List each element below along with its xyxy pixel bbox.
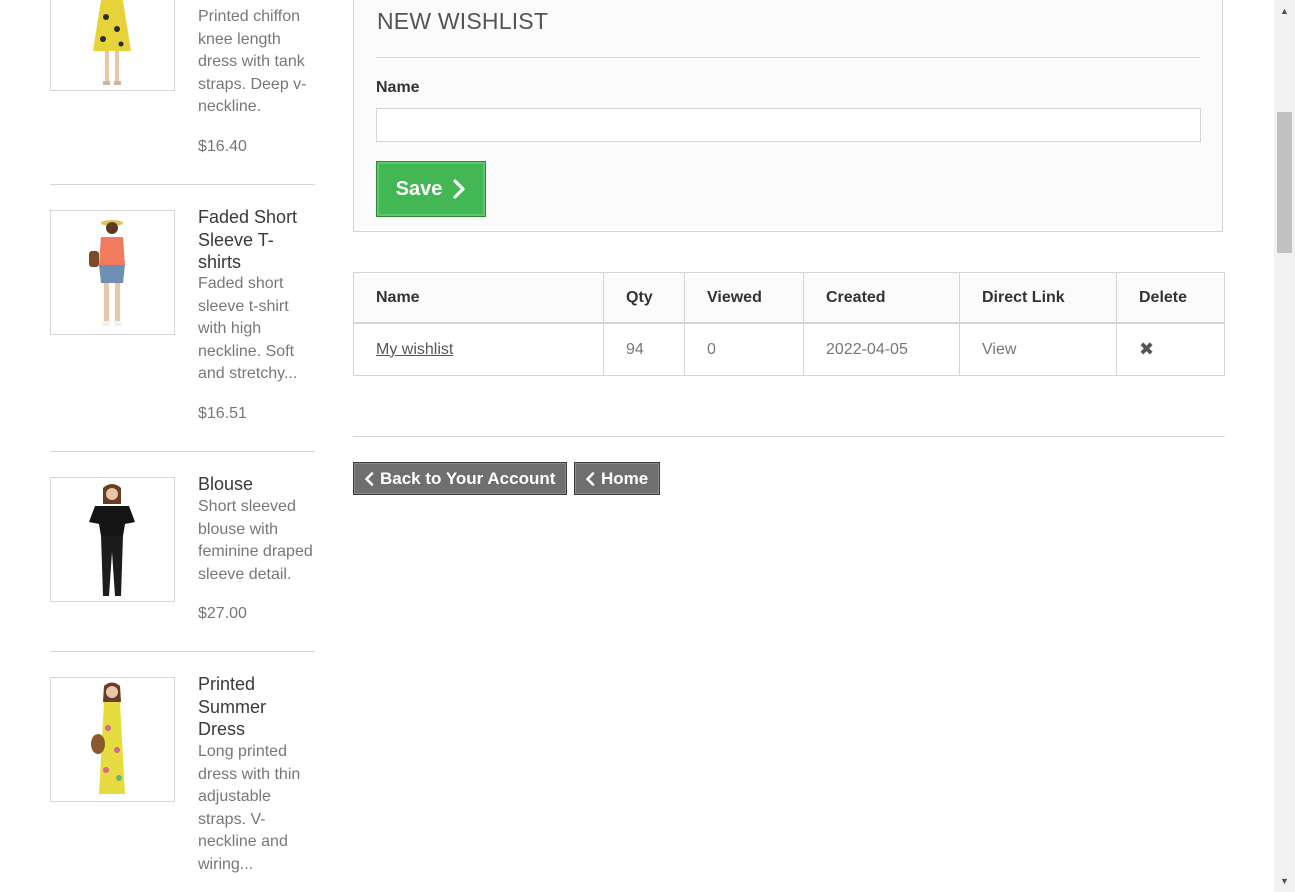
chevron-left-icon <box>586 471 595 486</box>
dress-figure-icon <box>93 0 131 85</box>
scroll-down-arrow-icon[interactable]: ▼ <box>1274 871 1295 891</box>
product-description: Short sleeved blouse with feminine drape… <box>198 498 313 583</box>
save-button[interactable]: Save <box>376 161 486 217</box>
product-price: $27.00 <box>198 605 247 622</box>
product-name[interactable]: Blouse <box>198 473 310 496</box>
view-link[interactable]: View <box>982 341 1016 358</box>
save-button-label: Save <box>395 177 443 200</box>
table-header-row: Name Qty Viewed Created Direct Link Dele… <box>353 272 1225 324</box>
wishlist-viewed-cell: 0 <box>684 322 804 376</box>
close-icon[interactable]: ✖ <box>1139 339 1154 359</box>
wishlist-direct-link-cell: View <box>959 322 1117 376</box>
wishlist-delete-cell: ✖ <box>1116 322 1225 376</box>
scrollbar-thumb[interactable] <box>1277 112 1292 253</box>
wishlist-created-cell: 2022-04-05 <box>803 322 960 376</box>
wishlist-name-link[interactable]: My wishlist <box>376 341 453 358</box>
wishlist-qty-cell: 94 <box>603 322 685 376</box>
product-name[interactable]: Faded Short Sleeve T-shirts <box>198 206 310 274</box>
vertical-scrollbar[interactable]: ▲ ▼ <box>1274 0 1295 892</box>
product-price: $16.51 <box>198 405 247 422</box>
column-header-delete: Delete <box>1116 272 1225 324</box>
table-row: My wishlist 94 0 2022-04-05 View ✖ <box>353 322 1225 376</box>
home-label: Home <box>601 468 649 488</box>
product-price: $16.40 <box>198 138 247 155</box>
product-description: Printed chiffon knee length dress with t… <box>198 8 307 115</box>
column-header-name: Name <box>353 272 604 324</box>
column-header-created: Created <box>803 272 960 324</box>
divider <box>376 57 1200 58</box>
product-image[interactable] <box>50 210 175 335</box>
product-image[interactable] <box>50 0 175 91</box>
divider <box>50 184 315 185</box>
product-description: Faded short sleeve t-shirt with high nec… <box>198 275 298 382</box>
wishlist-name-label: Name <box>376 79 420 96</box>
wishlist-table: Name Qty Viewed Created Direct Link Dele… <box>353 272 1225 376</box>
blouse-figure-icon <box>89 484 135 596</box>
column-header-direct-link: Direct Link <box>959 272 1117 324</box>
new-wishlist-title: New wishlist <box>377 8 549 34</box>
product-image[interactable] <box>50 477 175 602</box>
summer-dress-figure-icon <box>91 682 125 794</box>
home-button[interactable]: Home <box>574 462 661 495</box>
divider <box>50 651 315 652</box>
column-header-qty: Qty <box>603 272 685 324</box>
divider <box>50 451 315 452</box>
column-header-viewed: Viewed <box>684 272 804 324</box>
back-to-account-button[interactable]: Back to Your Account <box>353 462 568 495</box>
back-to-account-label: Back to Your Account <box>380 468 556 488</box>
product-image[interactable] <box>50 677 175 802</box>
tshirt-figure-icon <box>89 220 125 326</box>
new-wishlist-form: New wishlist Name Save <box>353 0 1223 232</box>
chevron-right-icon <box>453 179 465 199</box>
divider <box>353 436 1225 437</box>
scroll-up-arrow-icon[interactable]: ▲ <box>1274 1 1295 21</box>
wishlist-name-cell: My wishlist <box>353 322 604 376</box>
product-name[interactable]: Printed Summer Dress <box>198 673 310 741</box>
wishlist-name-input[interactable] <box>376 108 1201 142</box>
chevron-left-icon <box>365 471 374 486</box>
product-description: Long printed dress with thin adjustable … <box>198 743 301 873</box>
